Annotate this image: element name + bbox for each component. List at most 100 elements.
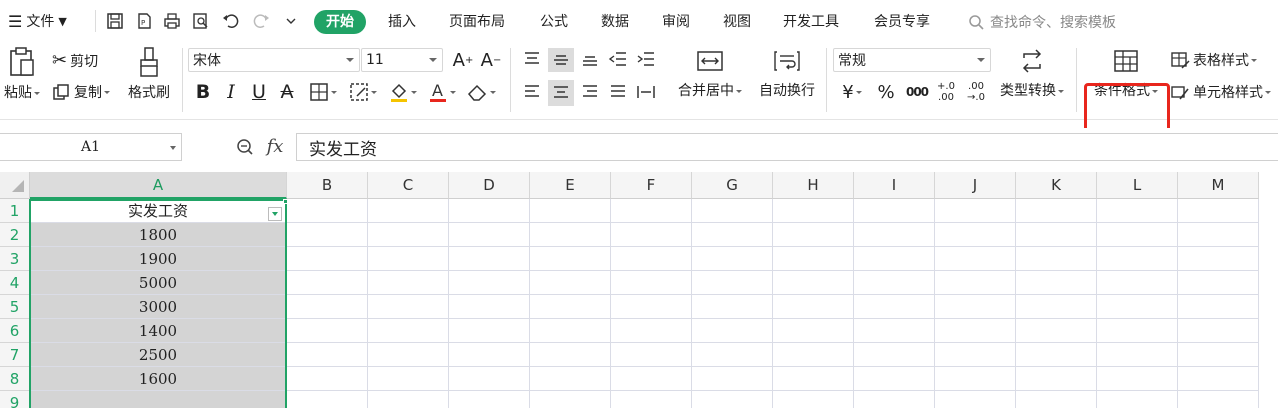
filter-dropdown-icon[interactable] — [268, 207, 282, 221]
tab-review[interactable]: 审阅 — [662, 10, 690, 34]
cell-d3[interactable] — [449, 247, 530, 271]
cell-b8[interactable] — [287, 367, 368, 391]
row-header-4[interactable]: 4 — [0, 271, 30, 295]
cell-a9[interactable] — [30, 391, 287, 408]
cell-a3[interactable]: 1900 — [30, 247, 287, 271]
cell-j8[interactable] — [935, 367, 1016, 391]
cell-j1[interactable] — [935, 199, 1016, 223]
cell-c5[interactable] — [368, 295, 449, 319]
cell-f9[interactable] — [611, 391, 692, 408]
cell-m7[interactable] — [1178, 343, 1259, 367]
fill-handle[interactable] — [283, 199, 288, 204]
cell-h8[interactable] — [773, 367, 854, 391]
thousands-separator-icon[interactable]: 000 — [903, 80, 931, 104]
cell-l5[interactable] — [1097, 295, 1178, 319]
decrease-decimal-icon[interactable]: .00 →.0 — [962, 78, 990, 106]
cell-g6[interactable] — [692, 319, 773, 343]
cell-e2[interactable] — [530, 223, 611, 247]
cell-d2[interactable] — [449, 223, 530, 247]
copy-button[interactable]: 复制 — [52, 82, 110, 102]
cell-c6[interactable] — [368, 319, 449, 343]
cell-h4[interactable] — [773, 271, 854, 295]
cell-c4[interactable] — [368, 271, 449, 295]
cell-i9[interactable] — [854, 391, 935, 408]
cell-f8[interactable] — [611, 367, 692, 391]
tab-insert[interactable]: 插入 — [388, 10, 416, 34]
fill-color-icon[interactable] — [385, 80, 421, 104]
column-header-j[interactable]: J — [935, 172, 1016, 199]
cell-g5[interactable] — [692, 295, 773, 319]
row-header-8[interactable]: 8 — [0, 367, 30, 391]
cell-g4[interactable] — [692, 271, 773, 295]
decrease-font-icon[interactable]: A − — [479, 48, 503, 72]
cell-k9[interactable] — [1016, 391, 1097, 408]
cell-e6[interactable] — [530, 319, 611, 343]
cell-c7[interactable] — [368, 343, 449, 367]
merge-center-button[interactable]: 合并居中 — [672, 48, 748, 100]
cell-f1[interactable] — [611, 199, 692, 223]
cell-d1[interactable] — [449, 199, 530, 223]
cut-button[interactable]: ✂ 剪切 — [52, 50, 98, 71]
cell-g7[interactable] — [692, 343, 773, 367]
row-header-9[interactable]: 9 — [0, 391, 30, 408]
cell-f4[interactable] — [611, 271, 692, 295]
insert-function-icon[interactable]: fx — [262, 134, 288, 158]
cell-e8[interactable] — [530, 367, 611, 391]
paste-button[interactable]: 粘贴 — [2, 46, 42, 102]
cell-j4[interactable] — [935, 271, 1016, 295]
cell-e9[interactable] — [530, 391, 611, 408]
cell-d7[interactable] — [449, 343, 530, 367]
column-header-d[interactable]: D — [449, 172, 530, 199]
cell-k7[interactable] — [1016, 343, 1097, 367]
cell-a8[interactable]: 1600 — [30, 367, 287, 391]
cell-b9[interactable] — [287, 391, 368, 408]
column-header-m[interactable]: M — [1178, 172, 1259, 199]
cell-l7[interactable] — [1097, 343, 1178, 367]
align-right-icon[interactable] — [578, 80, 602, 104]
cell-j5[interactable] — [935, 295, 1016, 319]
cell-g1[interactable] — [692, 199, 773, 223]
cell-c8[interactable] — [368, 367, 449, 391]
font-color-icon[interactable]: A — [424, 80, 460, 104]
cell-e7[interactable] — [530, 343, 611, 367]
cell-g2[interactable] — [692, 223, 773, 247]
cell-i2[interactable] — [854, 223, 935, 247]
tab-home[interactable]: 开始 — [314, 10, 366, 34]
cell-h2[interactable] — [773, 223, 854, 247]
row-header-7[interactable]: 7 — [0, 343, 30, 367]
cell-h3[interactable] — [773, 247, 854, 271]
select-all-corner[interactable] — [0, 172, 30, 199]
save-icon[interactable] — [104, 10, 126, 32]
print-preview-icon[interactable] — [190, 10, 212, 32]
cell-a1[interactable]: 实发工资 — [30, 199, 287, 223]
cell-i4[interactable] — [854, 271, 935, 295]
increase-indent-icon[interactable] — [634, 48, 658, 70]
cell-j2[interactable] — [935, 223, 1016, 247]
cell-m1[interactable] — [1178, 199, 1259, 223]
cell-a5[interactable]: 3000 — [30, 295, 287, 319]
cell-i7[interactable] — [854, 343, 935, 367]
cell-j7[interactable] — [935, 343, 1016, 367]
cell-m6[interactable] — [1178, 319, 1259, 343]
column-header-a[interactable]: A — [30, 172, 287, 199]
quick-access-dropdown-icon[interactable] — [280, 10, 302, 32]
cell-m3[interactable] — [1178, 247, 1259, 271]
cell-g8[interactable] — [692, 367, 773, 391]
cell-c9[interactable] — [368, 391, 449, 408]
cell-d9[interactable] — [449, 391, 530, 408]
cell-k5[interactable] — [1016, 295, 1097, 319]
cell-l8[interactable] — [1097, 367, 1178, 391]
name-box[interactable]: A1 — [0, 133, 182, 161]
cell-m5[interactable] — [1178, 295, 1259, 319]
cell-h1[interactable] — [773, 199, 854, 223]
cell-j9[interactable] — [935, 391, 1016, 408]
cell-h9[interactable] — [773, 391, 854, 408]
cell-f3[interactable] — [611, 247, 692, 271]
formula-input[interactable]: 实发工资 — [296, 133, 1278, 161]
percent-icon[interactable]: % — [874, 80, 898, 104]
tab-formulas[interactable]: 公式 — [540, 10, 568, 34]
align-bottom-icon[interactable] — [578, 48, 602, 70]
align-left-icon[interactable] — [520, 80, 544, 104]
cell-k8[interactable] — [1016, 367, 1097, 391]
distributed-align-icon[interactable] — [634, 80, 658, 104]
